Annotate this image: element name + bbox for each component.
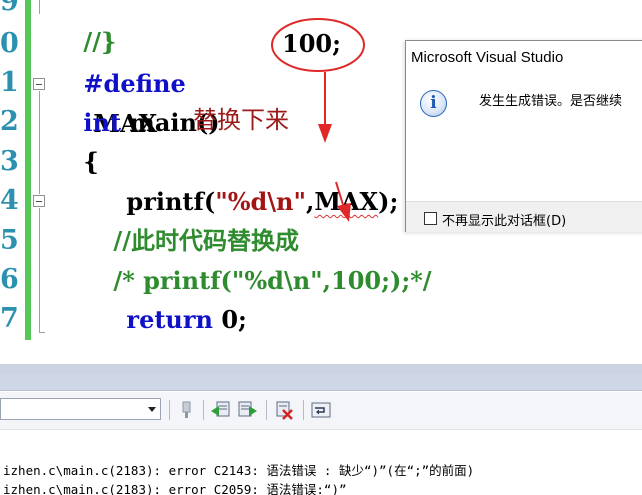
code-return-value: 0; [212,305,247,334]
code-keyword: return [126,305,213,334]
output-error-line[interactable]: izhen.c\main.c(2183): error C2059: 语法错误:… [3,479,347,495]
outline-guide-end [39,332,45,333]
find-message-icon[interactable] [176,399,198,421]
toggle-word-wrap-icon[interactable] [310,399,332,421]
output-pane[interactable]: izhen.c\main.c(2183): error C2143: 语法错误 … [0,430,642,495]
build-error-dialog[interactable]: Microsoft Visual Studio i 发生生成错误。是否继续 不再… [405,40,642,232]
panel-splitter[interactable] [0,340,642,364]
toolbar-separator [203,400,204,420]
line-number: 5 [0,225,19,256]
output-error-line[interactable]: izhen.c\main.c(2183): error C2143: 语法错误 … [3,460,474,479]
toolbar-separator [169,400,170,420]
line-number: 6 [0,264,19,295]
line-number: 0 [0,28,19,59]
clear-all-icon[interactable] [273,399,295,421]
toolbar-separator [303,400,304,420]
line-number: 2 [0,106,19,137]
collapse-comment-toggle[interactable] [33,195,45,207]
chevron-down-icon [148,407,156,412]
code-line-close-brace: } [50,299,99,340]
go-next-message-icon[interactable] [236,399,258,421]
code-macro-usage: MAX [314,187,379,216]
code-line-return: return 0; [93,260,247,340]
toolbar-separator [266,400,267,420]
dialog-message: 发生生成错误。是否继续 [479,94,623,109]
output-source-select[interactable] [0,398,161,420]
dialog-title: Microsoft Visual Studio [411,49,564,66]
output-panel-header [0,364,642,374]
code-macro-value: 100; [282,29,341,58]
line-number: 3 [0,146,19,177]
changed-lines-bar [25,0,31,340]
info-icon: i [420,90,447,117]
dont-show-label[interactable]: 不再显示此对话框(D) [442,210,566,229]
dont-show-checkbox[interactable] [424,212,437,225]
output-panel-title-bar [0,374,642,391]
line-number: 1 [0,67,19,98]
dialog-body: i 发生生成错误。是否继续 [406,76,642,201]
outline-guide [39,0,40,14]
dialog-footer: 不再显示此对话框(D) [406,201,642,232]
line-number: 4 [0,185,19,216]
line-number: 7 [0,303,19,334]
line-number: 9 [0,0,19,17]
annotation-label: 替换下来 [193,106,289,134]
output-toolbar [0,392,642,430]
code-punct: ); [378,187,399,216]
collapse-main-toggle[interactable] [33,78,45,90]
outline-guide [39,208,40,332]
go-previous-message-icon[interactable] [210,399,232,421]
outline-guide [39,91,40,194]
